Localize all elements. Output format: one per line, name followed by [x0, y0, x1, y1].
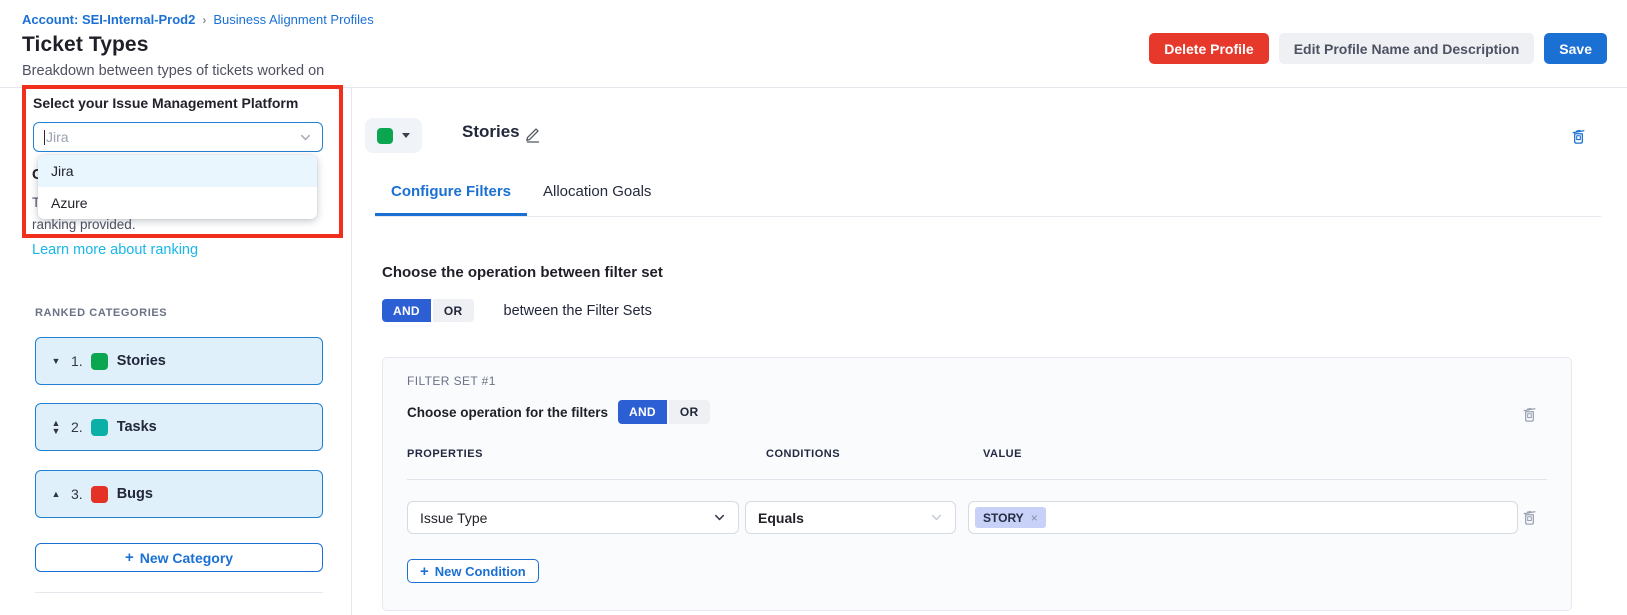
- ranked-categories-label: RANKED CATEGORIES: [35, 307, 167, 319]
- category-color-picker-button[interactable]: [365, 118, 422, 153]
- filters-operation-label: Choose operation for the filters: [407, 405, 608, 420]
- and-toggle-option[interactable]: AND: [618, 400, 667, 424]
- delete-filter-set-trash-icon[interactable]: [1521, 406, 1538, 423]
- breadcrumb-separator-icon: ›: [202, 13, 206, 27]
- sort-arrows-icon[interactable]: ▲: [49, 490, 63, 498]
- breadcrumb-profiles-link[interactable]: Business Alignment Profiles: [213, 12, 373, 27]
- category-color-swatch: [91, 353, 108, 370]
- value-tag-story: STORY ×: [975, 507, 1046, 528]
- category-title: Stories: [462, 122, 520, 142]
- new-condition-button[interactable]: + New Condition: [407, 559, 539, 583]
- platform-select-placeholder: Jira: [46, 129, 299, 145]
- platform-select-input[interactable]: Jira: [33, 122, 323, 152]
- tab-configure-filters[interactable]: Configure Filters: [375, 183, 527, 216]
- category-color-swatch: [91, 486, 108, 503]
- new-condition-label: New Condition: [435, 564, 526, 579]
- new-category-label: New Category: [140, 550, 233, 566]
- sort-arrows-icon[interactable]: ▼: [49, 357, 63, 365]
- category-name: Stories: [117, 353, 166, 369]
- plus-icon: +: [125, 550, 134, 565]
- edit-profile-button[interactable]: Edit Profile Name and Description: [1279, 33, 1535, 64]
- dropdown-option-azure[interactable]: Azure: [38, 187, 317, 219]
- learn-more-ranking-link[interactable]: Learn more about ranking: [32, 242, 198, 258]
- main-content: Stories Configure Filters Allocation Goa…: [352, 88, 1627, 615]
- chevron-down-icon: [299, 131, 312, 144]
- value-tag-label: STORY: [983, 511, 1024, 525]
- category-rank: 1.: [71, 353, 83, 369]
- column-header-value: VALUE: [983, 448, 1022, 460]
- color-swatch: [377, 128, 393, 144]
- category-rank: 2.: [71, 419, 83, 435]
- caret-down-icon: [402, 133, 410, 138]
- and-or-toggle: AND OR: [382, 299, 474, 322]
- value-multiselect-input[interactable]: STORY ×: [968, 501, 1518, 534]
- sidebar-divider: [35, 592, 323, 593]
- category-card-stories[interactable]: ▼ 1. Stories: [35, 337, 323, 385]
- category-rank: 3.: [71, 486, 83, 502]
- chevron-down-icon: [713, 511, 726, 524]
- or-toggle-option[interactable]: OR: [669, 400, 710, 424]
- category-color-swatch: [91, 419, 108, 436]
- filter-set-title: FILTER SET #1: [407, 374, 496, 388]
- save-button[interactable]: Save: [1544, 33, 1607, 64]
- delete-profile-button[interactable]: Delete Profile: [1149, 33, 1268, 64]
- or-toggle-option[interactable]: OR: [433, 299, 474, 322]
- tab-allocation-goals[interactable]: Allocation Goals: [527, 183, 667, 216]
- arrow-up-icon: ▲: [52, 490, 61, 498]
- delete-category-trash-icon[interactable]: [1570, 128, 1587, 145]
- filter-set-panel: FILTER SET #1 Choose operation for the f…: [382, 357, 1572, 611]
- category-card-bugs[interactable]: ▲ 3. Bugs: [35, 470, 323, 518]
- filter-sets-operation-toggle-row: AND OR between the Filter Sets: [382, 299, 652, 322]
- category-name: Tasks: [117, 419, 157, 435]
- columns-divider: [407, 479, 1547, 480]
- property-select-value: Issue Type: [420, 510, 487, 526]
- arrow-down-icon: ▼: [52, 427, 61, 435]
- remove-tag-icon[interactable]: ×: [1031, 511, 1038, 525]
- ranking-description-text: ranking provided.: [32, 217, 136, 232]
- new-category-button[interactable]: + New Category: [35, 543, 323, 572]
- tabs: Configure Filters Allocation Goals: [375, 183, 1601, 217]
- breadcrumb: Account: SEI-Internal-Prod2 › Business A…: [22, 12, 374, 27]
- condition-select-value: Equals: [758, 510, 804, 526]
- column-header-properties: PROPERTIES: [407, 448, 483, 460]
- category-name: Bugs: [117, 486, 153, 502]
- arrow-down-icon: ▼: [52, 357, 61, 365]
- breadcrumb-account-link[interactable]: Account: SEI-Internal-Prod2: [22, 12, 195, 27]
- delete-condition-trash-icon[interactable]: [1521, 509, 1538, 526]
- chevron-down-icon: [930, 511, 943, 524]
- page-subtitle: Breakdown between types of tickets worke…: [22, 63, 324, 79]
- filters-and-or-toggle: AND OR: [618, 400, 710, 424]
- condition-select[interactable]: Equals: [745, 501, 956, 534]
- and-toggle-option[interactable]: AND: [382, 299, 431, 322]
- page-title: Ticket Types: [22, 33, 148, 57]
- filter-set-operation-heading: Choose the operation between filter set: [382, 264, 663, 281]
- plus-icon: +: [420, 564, 429, 579]
- platform-select-label: Select your Issue Management Platform: [33, 95, 298, 111]
- category-card-tasks[interactable]: ▲ ▼ 2. Tasks: [35, 403, 323, 451]
- dropdown-option-jira[interactable]: Jira: [38, 155, 317, 187]
- sort-arrows-icon[interactable]: ▲ ▼: [49, 419, 63, 435]
- toggle-caption: between the Filter Sets: [504, 303, 652, 319]
- top-header: Account: SEI-Internal-Prod2 › Business A…: [0, 0, 1627, 88]
- header-actions: Delete Profile Edit Profile Name and Des…: [1149, 33, 1607, 64]
- text-cursor: [44, 130, 45, 145]
- edit-pencil-icon[interactable]: [524, 125, 542, 143]
- property-select[interactable]: Issue Type: [407, 501, 739, 534]
- platform-dropdown-menu: Jira Azure: [38, 155, 317, 219]
- sidebar: Select your Issue Management Platform Ji…: [0, 88, 352, 615]
- column-header-conditions: CONDITIONS: [766, 448, 840, 460]
